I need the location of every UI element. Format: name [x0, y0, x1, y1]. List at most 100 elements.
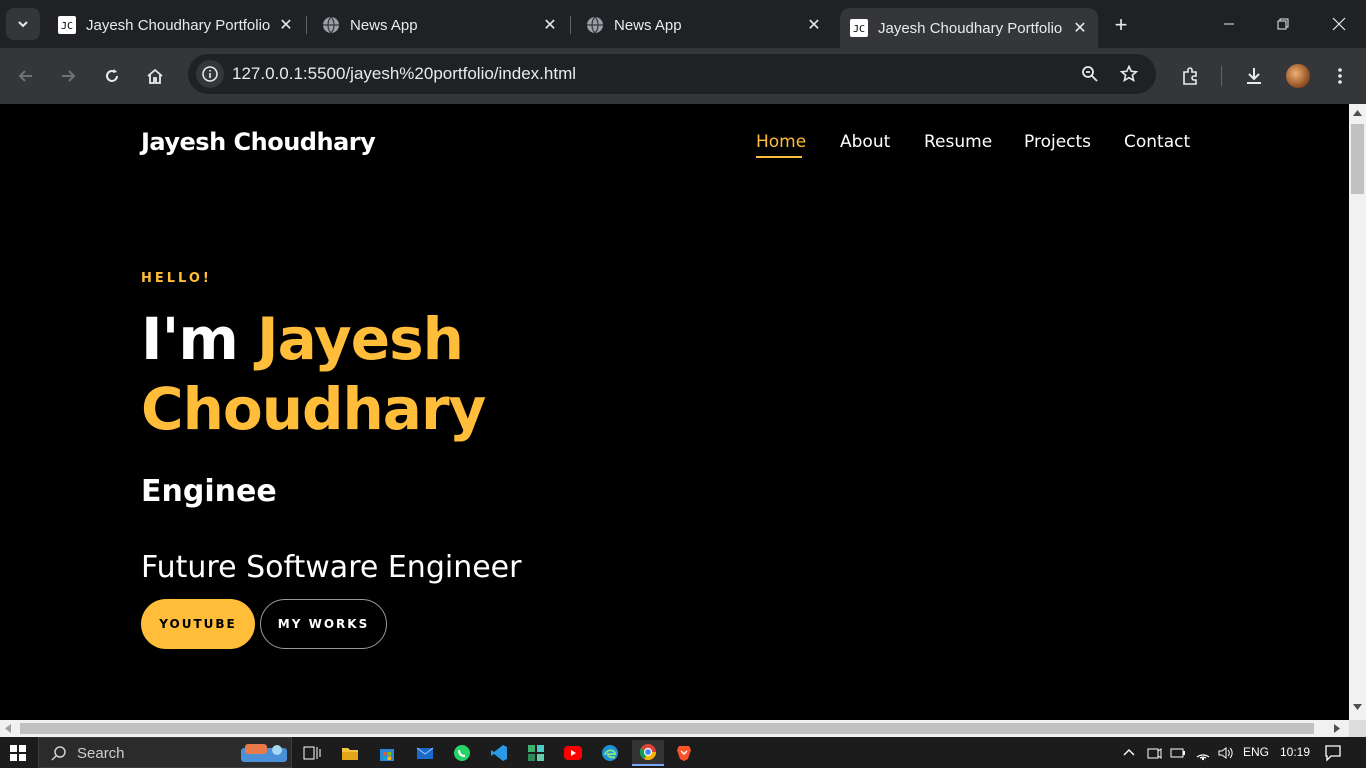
svg-text:JC: JC: [61, 21, 73, 32]
nav-active-indicator: [756, 156, 802, 158]
hero-headline: I'm Jayesh Choudhary: [141, 304, 701, 444]
search-highlight-icon: [241, 744, 287, 762]
minimize-icon: [1224, 23, 1234, 25]
whatsapp-icon[interactable]: [449, 740, 475, 766]
tab-title: News App: [350, 16, 418, 34]
reload-icon: [106, 69, 118, 82]
youtube-button[interactable]: YOUTUBE: [141, 599, 255, 649]
tab-news-app-1[interactable]: News App ✕: [312, 8, 568, 42]
zoom-icon: [1082, 66, 1098, 82]
clock[interactable]: 10:19: [1280, 745, 1310, 759]
language-indicator[interactable]: ENG: [1243, 745, 1269, 759]
hero-greeting: HELLO!: [141, 271, 212, 286]
vertical-scrollbar[interactable]: [1349, 104, 1366, 720]
zoom-button[interactable]: [1076, 60, 1104, 88]
arrow-right-icon: [62, 70, 76, 82]
url-text[interactable]: 127.0.0.1:5500/jayesh%20portfolio/index.…: [232, 64, 576, 84]
search-icon: [51, 746, 66, 761]
windows-taskbar: Search ENG 10:19: [0, 737, 1366, 768]
info-icon: [202, 66, 218, 82]
extensions-button[interactable]: [1174, 60, 1206, 92]
tab-divider: [570, 16, 571, 34]
task-view-icon[interactable]: [299, 740, 325, 766]
scroll-up-icon[interactable]: [1353, 110, 1362, 116]
reload-button[interactable]: [96, 60, 128, 92]
profile-avatar[interactable]: [1286, 64, 1310, 88]
edge-icon[interactable]: [597, 740, 623, 766]
scroll-right-icon[interactable]: [1334, 724, 1340, 733]
my-works-button[interactable]: MY WORKS: [260, 599, 387, 649]
nav-resume[interactable]: Resume: [924, 132, 992, 152]
hero-role: Enginee: [141, 474, 277, 509]
nav-projects[interactable]: Projects: [1024, 132, 1091, 152]
star-icon: [1120, 65, 1138, 83]
taskbar-search-label: Search: [77, 745, 125, 762]
download-icon: [1247, 68, 1261, 84]
headline-prefix: I'm: [141, 305, 239, 373]
scroll-left-icon[interactable]: [5, 724, 11, 733]
forward-button[interactable]: [52, 60, 84, 92]
portfolio-favicon-icon: JC: [58, 16, 76, 34]
tab-search-button[interactable]: [6, 8, 40, 40]
kebab-menu-icon: [1338, 68, 1342, 84]
brave-icon[interactable]: [671, 740, 697, 766]
taskbar-search[interactable]: Search: [38, 737, 292, 768]
puzzle-icon: [1183, 67, 1197, 85]
mail-icon[interactable]: [412, 740, 438, 766]
close-tab-icon[interactable]: ✕: [276, 15, 296, 35]
arrow-left-icon: [18, 70, 32, 82]
tab-portfolio-active[interactable]: JC Jayesh Choudhary Portfolio ✕: [840, 8, 1098, 48]
close-tab-icon[interactable]: ✕: [1070, 18, 1090, 38]
horizontal-scroll-thumb[interactable]: [20, 723, 1314, 734]
downloads-button[interactable]: [1238, 60, 1270, 92]
address-bar[interactable]: 127.0.0.1:5500/jayesh%20portfolio/index.…: [188, 54, 1156, 94]
vertical-scroll-thumb[interactable]: [1351, 124, 1364, 194]
microsoft-store-icon[interactable]: [374, 740, 400, 766]
site-logo[interactable]: Jayesh Choudhary: [141, 128, 376, 156]
site-info-button[interactable]: [196, 60, 224, 88]
browser-toolbar: 127.0.0.1:5500/jayesh%20portfolio/index.…: [0, 48, 1366, 104]
restore-button[interactable]: [1256, 0, 1310, 48]
bookmark-button[interactable]: [1115, 60, 1143, 88]
chevron-up-icon[interactable]: [1123, 747, 1135, 757]
back-button[interactable]: [10, 60, 42, 92]
svg-text:JC: JC: [853, 24, 865, 35]
close-icon: [1332, 17, 1346, 31]
windows-start-icon[interactable]: [10, 745, 26, 761]
youtube-icon[interactable]: [560, 740, 586, 766]
minimize-button[interactable]: [1202, 0, 1256, 48]
web-page: Jayesh Choudhary Home About Resume Proje…: [0, 104, 1349, 720]
globe-icon: [586, 16, 604, 34]
scroll-down-icon[interactable]: [1353, 704, 1362, 710]
home-button[interactable]: [139, 60, 171, 92]
browser-menu-button[interactable]: [1324, 60, 1356, 92]
battery-icon[interactable]: [1170, 746, 1186, 760]
horizontal-scrollbar[interactable]: [0, 720, 1349, 737]
globe-icon: [322, 16, 340, 34]
browser-tabstrip: JC Jayesh Choudhary Portfolio ✕ News App…: [0, 0, 1366, 48]
new-tab-button[interactable]: +: [1108, 12, 1134, 38]
restore-icon: [1277, 18, 1289, 30]
meet-now-icon[interactable]: [1146, 745, 1162, 761]
chevron-down-icon: [18, 21, 28, 28]
tab-title: News App: [614, 16, 682, 34]
tab-portfolio-1[interactable]: JC Jayesh Choudhary Portfolio ✕: [48, 8, 304, 42]
close-tab-icon[interactable]: ✕: [804, 15, 824, 35]
app-green-icon[interactable]: [523, 740, 549, 766]
volume-icon[interactable]: [1217, 745, 1235, 761]
scrollbar-corner: [1349, 720, 1366, 737]
home-icon: [147, 68, 163, 84]
tab-news-app-2[interactable]: News App ✕: [576, 8, 832, 42]
notification-icon[interactable]: [1324, 744, 1342, 762]
nav-contact[interactable]: Contact: [1124, 132, 1190, 152]
close-window-button[interactable]: [1312, 0, 1366, 48]
file-explorer-icon[interactable]: [337, 740, 363, 766]
wifi-icon[interactable]: [1195, 745, 1211, 761]
tab-title: Jayesh Choudhary Portfolio: [86, 16, 271, 34]
tab-divider: [306, 16, 307, 34]
close-tab-icon[interactable]: ✕: [540, 15, 560, 35]
vscode-icon[interactable]: [486, 740, 512, 766]
chrome-icon[interactable]: [632, 740, 664, 766]
nav-about[interactable]: About: [840, 132, 890, 152]
nav-home[interactable]: Home: [756, 132, 806, 152]
